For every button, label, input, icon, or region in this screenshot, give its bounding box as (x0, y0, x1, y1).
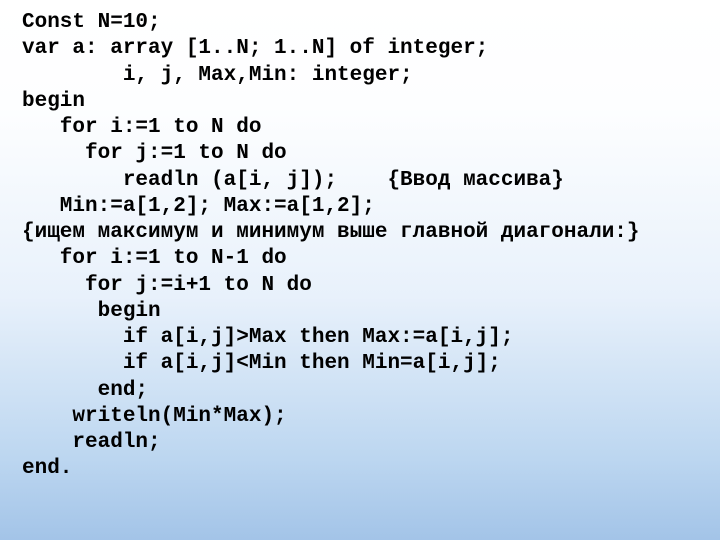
code-line: end; (22, 379, 148, 402)
code-line: for j:=i+1 to N do (22, 274, 312, 297)
code-line: if a[i,j]>Max then Max:=a[i,j]; (22, 326, 513, 349)
code-line: Min:=a[1,2]; Max:=a[1,2]; (22, 195, 375, 218)
code-line: for i:=1 to N do (22, 116, 261, 139)
code-block: Const N=10; var a: array [1..N; 1..N] of… (0, 0, 720, 483)
code-line: i, j, Max,Min: integer; (22, 64, 413, 87)
code-line: begin (22, 300, 161, 323)
code-line: var a: array [1..N; 1..N] of integer; (22, 37, 488, 60)
code-line: end. (22, 457, 72, 480)
code-line: {ищем максимум и минимум выше главной ди… (22, 221, 640, 244)
code-line: for j:=1 to N do (22, 142, 287, 165)
code-line: begin (22, 90, 85, 113)
code-line: for i:=1 to N-1 do (22, 247, 287, 270)
code-line: readln (a[i, j]); {Ввод массива} (22, 169, 564, 192)
code-line: writeln(Min*Max); (22, 405, 287, 428)
code-line: if a[i,j]<Min then Min=a[i,j]; (22, 352, 501, 375)
code-line: readln; (22, 431, 161, 454)
code-line: Const N=10; (22, 11, 161, 34)
